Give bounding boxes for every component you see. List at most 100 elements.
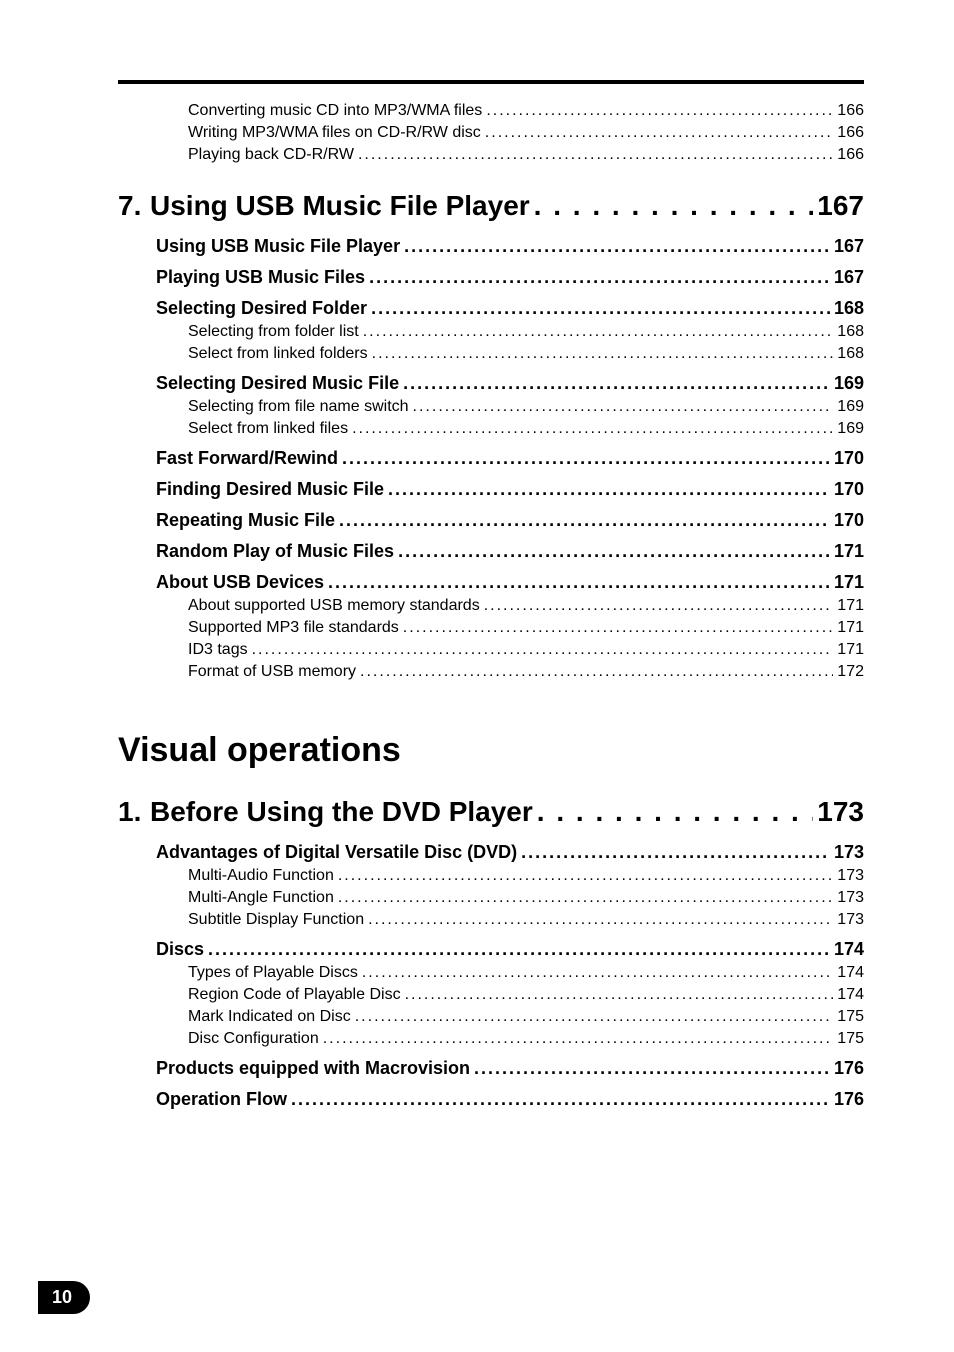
toc-item: Writing MP3/WMA files on CD-R/RW disc...… <box>118 124 864 142</box>
toc-page: 167 <box>830 267 864 288</box>
leader-dots: ........................................… <box>358 146 833 164</box>
leader-dots: ........................................… <box>342 448 830 469</box>
toc-page: 168 <box>833 323 864 341</box>
leader-dots: ........................................… <box>485 124 834 142</box>
toc-label: Types of Playable Discs <box>188 964 362 982</box>
leader-dots: ........................................… <box>338 867 833 885</box>
toc-label: Converting music CD into MP3/WMA files <box>188 102 486 120</box>
toc-section: Discs...................................… <box>118 939 864 960</box>
chapter-number: 1.Before Using the DVD Player <box>118 796 537 828</box>
toc-page: 169 <box>833 420 864 438</box>
toc-label: About supported USB memory standards <box>188 597 484 615</box>
toc-item: Supported MP3 file standards............… <box>118 619 864 637</box>
toc-label: Random Play of Music Files <box>156 541 398 562</box>
leader-dots: ........................................… <box>339 510 830 531</box>
toc-label: Supported MP3 file standards <box>188 619 403 637</box>
content-area: Converting music CD into MP3/WMA files..… <box>0 0 954 1110</box>
toc-section: Using USB Music File Player.............… <box>118 236 864 257</box>
toc-label: About USB Devices <box>156 572 328 593</box>
leader-dots: ........................................… <box>338 889 833 907</box>
toc-label: Select from linked folders <box>188 345 372 363</box>
toc-page: 176 <box>830 1058 864 1079</box>
leader-dots: ........................................… <box>368 911 833 929</box>
toc-label: Selecting from folder list <box>188 323 363 341</box>
chapter-page: 173 <box>813 796 864 828</box>
leader-dots: ........................................… <box>252 641 834 659</box>
toc-label: Multi-Angle Function <box>188 889 338 907</box>
toc-label: Operation Flow <box>156 1089 291 1110</box>
toc-page: 175 <box>833 1008 864 1026</box>
leader-dots: ........................................… <box>474 1058 830 1079</box>
page: Converting music CD into MP3/WMA files..… <box>0 0 954 1352</box>
toc-section: Fast Forward/Rewind.....................… <box>118 448 864 469</box>
leader-dots: ........................................… <box>403 619 834 637</box>
leader-dots: ........................................… <box>362 964 833 982</box>
leader-dots: ........................................… <box>363 323 834 341</box>
toc-item: Multi-Audio Function....................… <box>118 867 864 885</box>
leader-dots: . . . . . . . . . . . . . . . . . . . . … <box>537 796 814 828</box>
toc-item: ID3 tags................................… <box>118 641 864 659</box>
toc-label: Selecting from file name switch <box>188 398 413 416</box>
toc-page: 171 <box>833 619 864 637</box>
toc-item: Converting music CD into MP3/WMA files..… <box>118 102 864 120</box>
toc-label: Writing MP3/WMA files on CD-R/RW disc <box>188 124 485 142</box>
leader-dots: ........................................… <box>403 373 830 394</box>
leader-dots: ........................................… <box>369 267 830 288</box>
toc-item: Disc Configuration......................… <box>118 1030 864 1048</box>
toc-label: Playing USB Music Files <box>156 267 369 288</box>
toc-page: 173 <box>833 867 864 885</box>
top-rule <box>118 80 864 84</box>
page-number: 10 <box>52 1287 72 1307</box>
leader-dots: ........................................… <box>388 479 830 500</box>
toc-item: Multi-Angle Function....................… <box>118 889 864 907</box>
toc-label: Multi-Audio Function <box>188 867 338 885</box>
toc-page: 171 <box>833 641 864 659</box>
toc-label: Playing back CD-R/RW <box>188 146 358 164</box>
toc-page: 168 <box>830 298 864 319</box>
toc-page: 167 <box>830 236 864 257</box>
toc-page: 173 <box>833 911 864 929</box>
toc-label: Subtitle Display Function <box>188 911 368 929</box>
toc-item: Mark Indicated on Disc..................… <box>118 1008 864 1026</box>
toc-page: 166 <box>833 102 864 120</box>
leader-dots: . . . . . . . . . . . . . . . . . . . . … <box>534 190 814 222</box>
toc-label: Finding Desired Music File <box>156 479 388 500</box>
toc-section: Finding Desired Music File..............… <box>118 479 864 500</box>
toc-item: About supported USB memory standards....… <box>118 597 864 615</box>
toc-page: 170 <box>830 448 864 469</box>
toc-page: 168 <box>833 345 864 363</box>
toc-label: Discs <box>156 939 208 960</box>
toc-page: 176 <box>830 1089 864 1110</box>
toc-label: Selecting Desired Music File <box>156 373 403 394</box>
leader-dots: ........................................… <box>355 1008 834 1026</box>
leader-dots: ........................................… <box>521 842 830 863</box>
toc-page: 166 <box>833 124 864 142</box>
leader-dots: ........................................… <box>291 1089 830 1110</box>
toc-page: 173 <box>830 842 864 863</box>
toc-label: Fast Forward/Rewind <box>156 448 342 469</box>
toc-item: Format of USB memory....................… <box>118 663 864 681</box>
leader-dots: ........................................… <box>404 236 830 257</box>
toc-page: 169 <box>833 398 864 416</box>
toc-label: Selecting Desired Folder <box>156 298 371 319</box>
toc-page: 171 <box>830 541 864 562</box>
toc-item: Region Code of Playable Disc............… <box>118 986 864 1004</box>
toc-page: 166 <box>833 146 864 164</box>
page-number-tab: 10 <box>38 1281 90 1314</box>
toc-label: ID3 tags <box>188 641 252 659</box>
toc-chapter: 7.Using USB Music File Player . . . . . … <box>118 190 864 222</box>
toc-section: Selecting Desired Music File............… <box>118 373 864 394</box>
toc-page: 174 <box>830 939 864 960</box>
toc-item: Selecting from folder list..............… <box>118 323 864 341</box>
chapter-number: 7.Using USB Music File Player <box>118 190 534 222</box>
toc-page: 174 <box>833 964 864 982</box>
toc-section: Random Play of Music Files..............… <box>118 541 864 562</box>
toc-section: Advantages of Digital Versatile Disc (DV… <box>118 842 864 863</box>
chapter-page: 167 <box>813 190 864 222</box>
toc-label: Advantages of Digital Versatile Disc (DV… <box>156 842 521 863</box>
toc-label: Products equipped with Macrovision <box>156 1058 474 1079</box>
toc-label: Using USB Music File Player <box>156 236 404 257</box>
toc-page: 173 <box>833 889 864 907</box>
toc-label: Mark Indicated on Disc <box>188 1008 355 1026</box>
leader-dots: ........................................… <box>371 298 830 319</box>
